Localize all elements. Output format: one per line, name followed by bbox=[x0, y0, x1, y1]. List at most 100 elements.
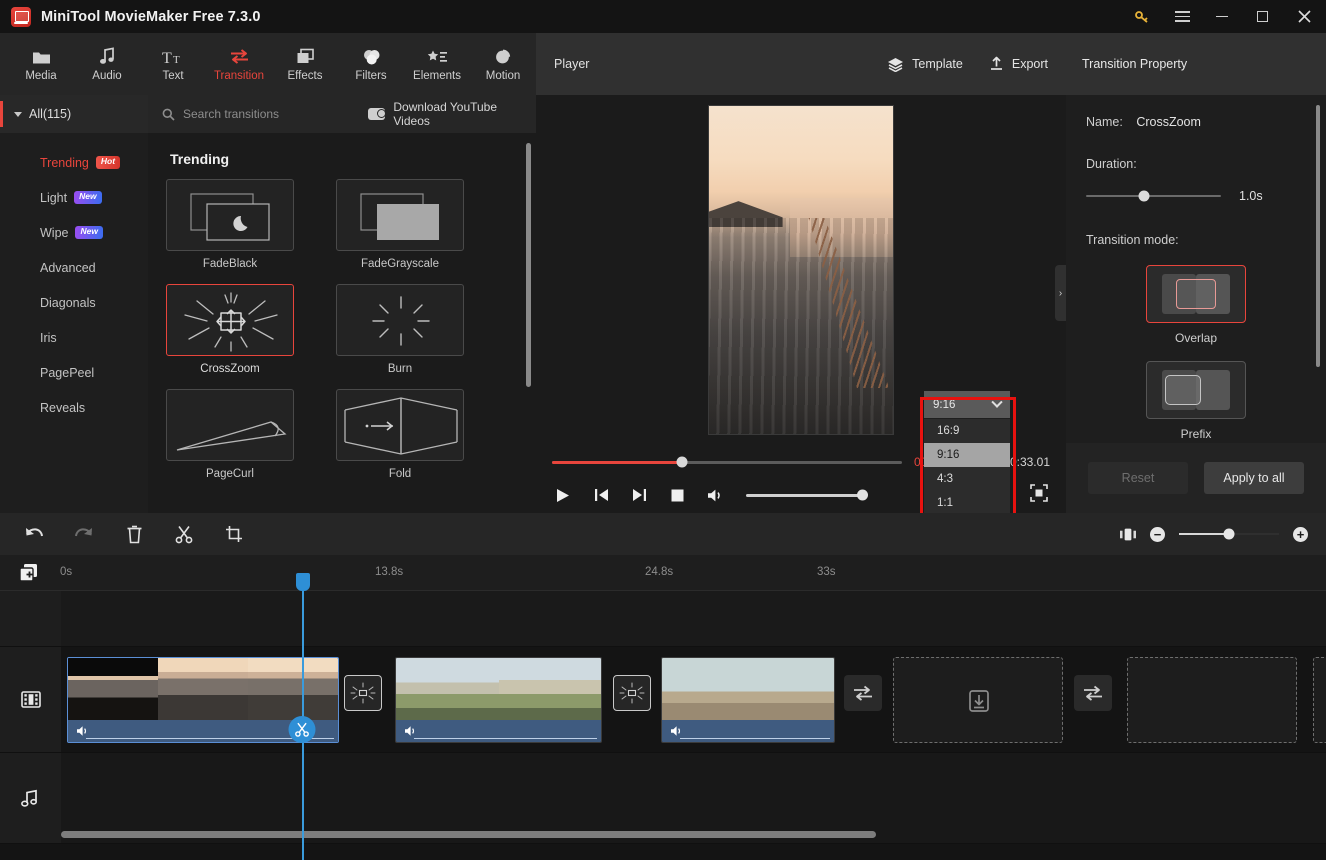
toolbar-item-text[interactable]: TT Text bbox=[140, 35, 206, 93]
minimize-icon[interactable] bbox=[1202, 0, 1242, 33]
category-label: Diagonals bbox=[40, 295, 96, 310]
browser-scrollbar[interactable] bbox=[526, 143, 531, 387]
aspect-ratio-option-4-3[interactable]: 4:3 bbox=[924, 467, 1010, 491]
timeline-clip-3[interactable] bbox=[661, 657, 835, 743]
timeline-scrollbar-track[interactable] bbox=[61, 831, 1319, 838]
chevron-down-icon bbox=[991, 396, 1003, 408]
timeline-dropzone-1[interactable] bbox=[893, 657, 1063, 743]
duration-slider[interactable] bbox=[1086, 190, 1221, 202]
download-youtube-button[interactable]: Download YouTube Videos bbox=[368, 100, 522, 128]
play-icon[interactable] bbox=[552, 485, 574, 505]
category-item-iris[interactable]: Iris bbox=[0, 320, 148, 355]
previous-frame-icon[interactable] bbox=[590, 485, 612, 505]
menu-icon[interactable] bbox=[1162, 0, 1202, 33]
transition-card-fadeblack[interactable]: FadeBlack bbox=[166, 179, 294, 270]
duration-handle[interactable] bbox=[1138, 190, 1150, 202]
crop-icon[interactable] bbox=[222, 522, 246, 546]
key-icon[interactable] bbox=[1122, 0, 1162, 33]
seek-bar[interactable] bbox=[552, 456, 903, 468]
volume-slider[interactable] bbox=[746, 489, 868, 501]
transition-mode-prefix[interactable] bbox=[1146, 361, 1246, 419]
apply-to-all-button[interactable]: Apply to all bbox=[1204, 462, 1304, 494]
category-item-pagepeel[interactable]: PagePeel bbox=[0, 355, 148, 390]
timeline-dropzone-2[interactable] bbox=[1127, 657, 1297, 743]
toolbar-item-media[interactable]: Media bbox=[8, 35, 74, 93]
svg-text:T: T bbox=[162, 50, 172, 65]
search-input[interactable]: Search transitions bbox=[162, 107, 344, 121]
zoom-fill bbox=[1179, 532, 1229, 536]
next-frame-icon[interactable] bbox=[628, 485, 650, 505]
category-label: PagePeel bbox=[40, 365, 95, 380]
video-preview[interactable] bbox=[708, 105, 894, 435]
playhead[interactable] bbox=[288, 573, 316, 860]
template-button[interactable]: Template bbox=[887, 57, 963, 72]
transition-card-crosszoom[interactable]: CrossZoom bbox=[166, 284, 294, 375]
toolbar-item-motion[interactable]: Motion bbox=[470, 35, 536, 93]
aspect-ratio-option-9-16[interactable]: 9:16 bbox=[924, 443, 1010, 467]
seek-handle[interactable] bbox=[676, 456, 688, 468]
category-item-advanced[interactable]: Advanced bbox=[0, 250, 148, 285]
timeline-transition-1[interactable] bbox=[344, 675, 382, 711]
category-item-wipe[interactable]: Wipe New bbox=[0, 215, 148, 250]
export-button[interactable]: Export bbox=[989, 56, 1048, 72]
volume-handle[interactable] bbox=[857, 489, 868, 501]
toolbar-item-effects[interactable]: Effects bbox=[272, 35, 338, 93]
timeline-scrollbar-thumb[interactable] bbox=[61, 831, 876, 838]
timeline-transition-4[interactable] bbox=[1074, 675, 1112, 711]
volume-icon[interactable] bbox=[704, 485, 726, 505]
undo-icon[interactable] bbox=[22, 522, 46, 546]
video-track-icon[interactable] bbox=[0, 647, 61, 753]
maximize-icon[interactable] bbox=[1242, 0, 1282, 33]
speaker-icon[interactable] bbox=[76, 725, 89, 737]
speaker-icon[interactable] bbox=[404, 725, 417, 737]
toolbar-item-transition[interactable]: Transition bbox=[206, 35, 272, 93]
zoom-slider[interactable] bbox=[1179, 528, 1279, 540]
category-item-reveals[interactable]: Reveals bbox=[0, 390, 148, 425]
zoom-handle[interactable] bbox=[1223, 528, 1235, 540]
stop-icon[interactable] bbox=[666, 485, 688, 505]
video-lane[interactable] bbox=[61, 647, 1326, 753]
playhead-handle[interactable] bbox=[296, 573, 310, 591]
toolbar-label: Audio bbox=[92, 70, 122, 83]
zoom-out-button[interactable]: − bbox=[1150, 526, 1165, 542]
transition-card-fadegrayscale[interactable]: FadeGrayscale bbox=[336, 179, 464, 270]
fit-to-screen-icon[interactable] bbox=[1120, 527, 1136, 541]
aspect-ratio-option-1-1[interactable]: 1:1 bbox=[924, 491, 1010, 515]
transition-card-burn[interactable]: Burn bbox=[336, 284, 464, 375]
transition-card-pagecurl[interactable]: PageCurl bbox=[166, 389, 294, 480]
timeline-transition-3[interactable] bbox=[844, 675, 882, 711]
speaker-icon[interactable] bbox=[670, 725, 683, 737]
transition-name: Fold bbox=[388, 468, 412, 480]
zoom-in-button[interactable]: + bbox=[1293, 526, 1308, 542]
badge-new: New bbox=[74, 191, 102, 204]
split-scissors-icon[interactable] bbox=[172, 522, 196, 546]
toolbar-item-elements[interactable]: Elements bbox=[404, 35, 470, 93]
category-item-trending[interactable]: Trending Hot bbox=[0, 145, 148, 180]
toolbar-item-audio[interactable]: Audio bbox=[74, 35, 140, 93]
audio-track-icon[interactable] bbox=[0, 753, 61, 844]
layers-icon bbox=[296, 45, 315, 65]
timeline-transition-2[interactable] bbox=[613, 675, 651, 711]
transition-card-fold[interactable]: Fold bbox=[336, 389, 464, 480]
transition-mode-overlap[interactable] bbox=[1146, 265, 1246, 323]
aspect-ratio-option-16-9[interactable]: 16:9 bbox=[924, 419, 1010, 443]
timeline-dropzone-3[interactable] bbox=[1313, 657, 1326, 743]
category-item-light[interactable]: Light New bbox=[0, 180, 148, 215]
redo-icon[interactable] bbox=[72, 522, 96, 546]
panel-collapse-handle[interactable]: › bbox=[1055, 265, 1066, 321]
close-icon[interactable] bbox=[1282, 0, 1326, 33]
timeline-ruler[interactable]: 0s 13.8s 24.8s 33s bbox=[0, 555, 1326, 591]
split-clip-button[interactable] bbox=[288, 716, 316, 743]
aspect-ratio-select[interactable]: 9:16 bbox=[924, 391, 1010, 418]
fullscreen-icon[interactable] bbox=[1030, 484, 1048, 502]
category-header[interactable]: All(115) bbox=[0, 95, 148, 133]
timeline-clip-2[interactable] bbox=[395, 657, 602, 743]
effect-lane[interactable] bbox=[61, 591, 1326, 647]
property-scrollbar[interactable] bbox=[1315, 105, 1320, 367]
add-media-icon[interactable] bbox=[18, 563, 40, 583]
delete-icon[interactable] bbox=[122, 522, 146, 546]
category-item-diagonals[interactable]: Diagonals bbox=[0, 285, 148, 320]
seek-fill bbox=[552, 460, 682, 464]
toolbar-item-filters[interactable]: Filters bbox=[338, 35, 404, 93]
reset-button[interactable]: Reset bbox=[1088, 462, 1188, 494]
